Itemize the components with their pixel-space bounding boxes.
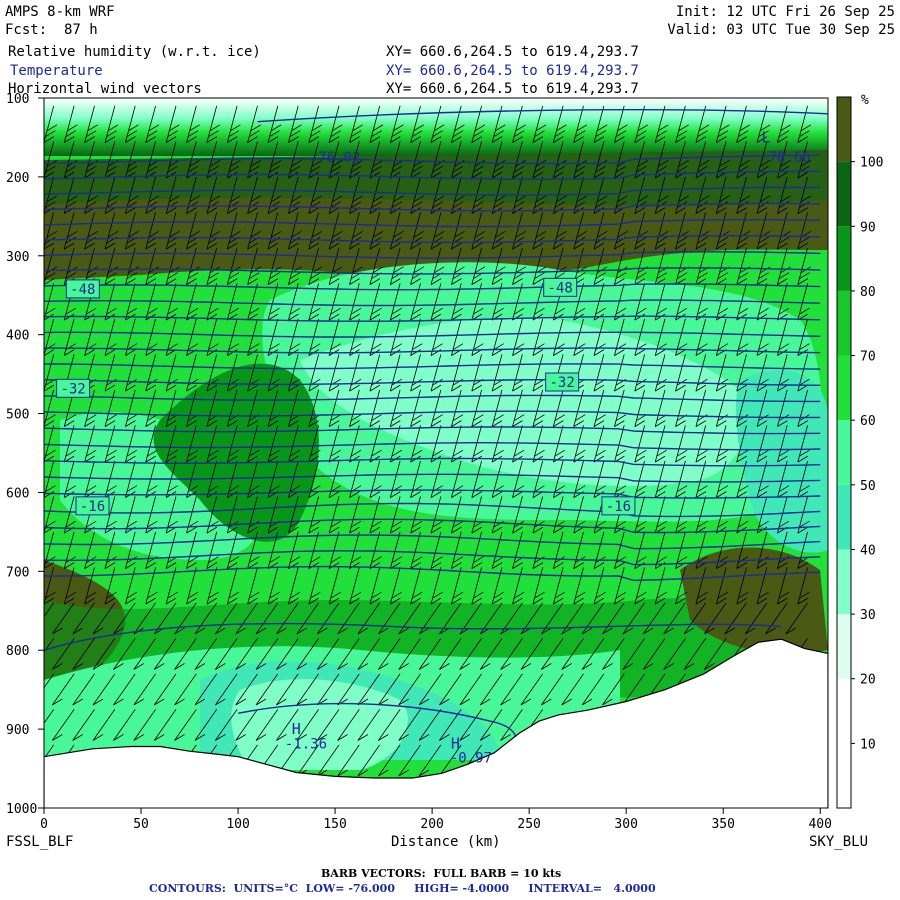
extremum-marker: H: [451, 734, 460, 752]
rh-upper-gradient: [44, 98, 828, 156]
contour-label: -76.02: [310, 150, 361, 166]
y-tick-label: 200: [6, 171, 29, 186]
colorbar-tick-label: 10: [860, 737, 876, 752]
extremum-marker: L: [761, 128, 770, 146]
colorbar-tick-label: 90: [860, 220, 876, 235]
rh-boundary-layer-pale: [231, 679, 408, 770]
colorbar-unit: %: [861, 93, 869, 108]
colorbar-segment: [837, 161, 851, 227]
x-tick-label: 0: [40, 817, 48, 832]
x-tick-label: 200: [420, 817, 443, 832]
colorbar-segment: [837, 97, 851, 162]
colorbar-segment: [837, 420, 851, 485]
contour-label: -0.97: [450, 751, 492, 767]
colorbar-segment: [837, 614, 851, 679]
contour-label: -48: [548, 280, 573, 296]
x-tick-label: 50: [133, 817, 149, 832]
colorbar-tick-label: 50: [860, 479, 876, 494]
colorbar-tick-label: 60: [860, 414, 876, 429]
y-tick-label: 700: [6, 565, 29, 580]
x-tick-label: 350: [711, 817, 734, 832]
y-tick-label: 800: [6, 644, 29, 659]
contour-label: -32: [549, 375, 574, 391]
colorbar-segment: [837, 484, 851, 550]
contour-legend: CONTOURS: UNITS=°C LOW= -76.000 HIGH= -4…: [149, 882, 656, 895]
contour-label: -32: [60, 381, 85, 397]
contour-label: -16: [80, 499, 105, 515]
colorbar-segment: [837, 355, 851, 421]
x-tick-label: 250: [517, 817, 540, 832]
x-tick-label: 300: [614, 817, 637, 832]
y-tick-label: 900: [6, 723, 29, 738]
colorbar-tick-label: 80: [860, 285, 876, 300]
colorbar-segment: [837, 678, 851, 744]
y-tick-label: 500: [6, 408, 29, 423]
contour-label: -78.66: [760, 150, 811, 166]
x-tick-label: 400: [808, 817, 831, 832]
y-tick-label: 300: [6, 250, 29, 265]
y-tick-label: 100: [6, 92, 29, 107]
cross-section-chart: -76.02 -78.66 -48 -48 -32 -32 -16 -16 -1.36 -0.97…: [6, 92, 883, 832]
y-tick-label: 400: [6, 329, 29, 344]
x-tick-label: 150: [323, 817, 346, 832]
colorbar-segment: [837, 290, 851, 356]
colorbar-tick-label: 100: [860, 156, 883, 171]
colorbar: 10 20 30 40 50 60 70 80 90 100%: [836, 93, 883, 809]
colorbar-segment: [837, 549, 851, 615]
x-tick-label: 100: [226, 817, 249, 832]
extremum-marker: H: [292, 720, 301, 738]
colorbar-tick-label: 20: [860, 673, 876, 688]
colorbar-tick-label: 40: [860, 543, 876, 558]
x-axis-label: Distance (km): [391, 834, 501, 850]
colorbar-segment: [837, 743, 851, 808]
contour-label: -16: [606, 499, 631, 515]
contour-label: -48: [70, 282, 95, 298]
y-tick-label: 1000: [6, 802, 37, 817]
colorbar-segment: [837, 226, 851, 291]
endpoint-left: FSSL_BLF: [6, 834, 74, 850]
rh-fill-layer: [44, 98, 828, 770]
colorbar-tick-label: 30: [860, 608, 876, 623]
plot-area: -76.02 -78.66 -48 -48 -32 -32 -16 -16 -1.36 -0.97…: [44, 98, 828, 808]
contour-label: -1.36: [285, 736, 327, 752]
colorbar-tick-label: 70: [860, 350, 876, 365]
endpoint-right: SKY_BLU: [809, 834, 869, 850]
barb-legend: BARB VECTORS: FULL BARB = 10 kts: [321, 867, 562, 880]
y-tick-label: 600: [6, 486, 29, 501]
